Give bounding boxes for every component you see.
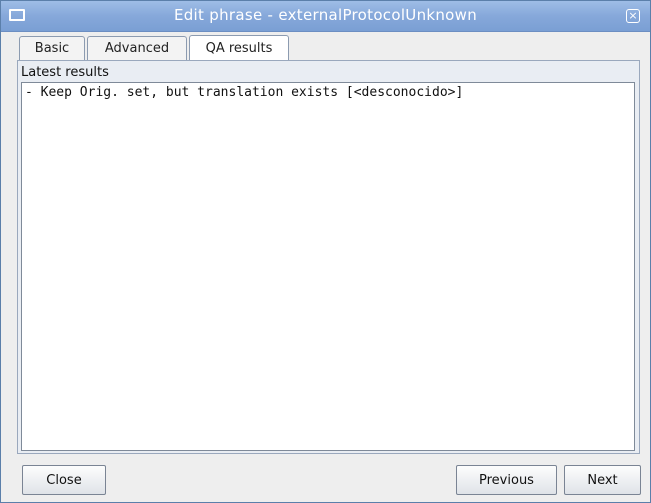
close-window-icon[interactable]: ×	[626, 9, 640, 23]
latest-results-label: Latest results	[21, 65, 109, 80]
results-text-area[interactable]: - Keep Orig. set, but translation exists…	[21, 82, 635, 451]
qa-results-panel: Latest results - Keep Orig. set, but tra…	[17, 60, 640, 454]
title-bar[interactable]: Edit phrase - externalProtocolUnknown ×	[1, 1, 650, 32]
tab-qa-results[interactable]: QA results	[189, 35, 289, 61]
edit-phrase-dialog: Edit phrase - externalProtocolUnknown × …	[0, 0, 651, 503]
window-title: Edit phrase - externalProtocolUnknown	[173, 6, 478, 24]
tab-advanced[interactable]: Advanced	[87, 36, 187, 60]
previous-button[interactable]: Previous	[456, 465, 557, 495]
close-button[interactable]: Close	[22, 465, 106, 495]
next-button[interactable]: Next	[564, 465, 641, 495]
tab-basic[interactable]: Basic	[19, 36, 85, 60]
